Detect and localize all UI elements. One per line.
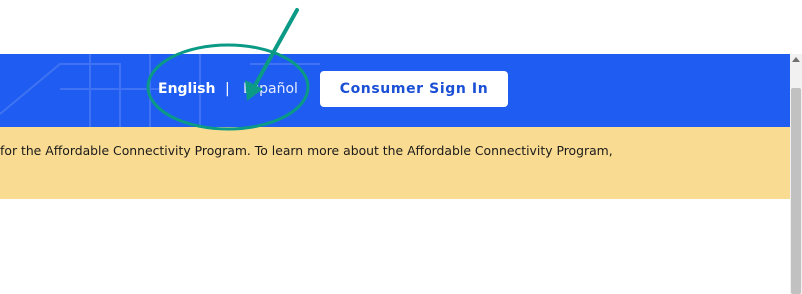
highlight-ellipse-icon bbox=[146, 43, 310, 131]
page: English | Español Consumer Sign In for t… bbox=[0, 0, 802, 294]
arrow-icon bbox=[245, 8, 299, 101]
annotation-overlay bbox=[146, 8, 310, 131]
